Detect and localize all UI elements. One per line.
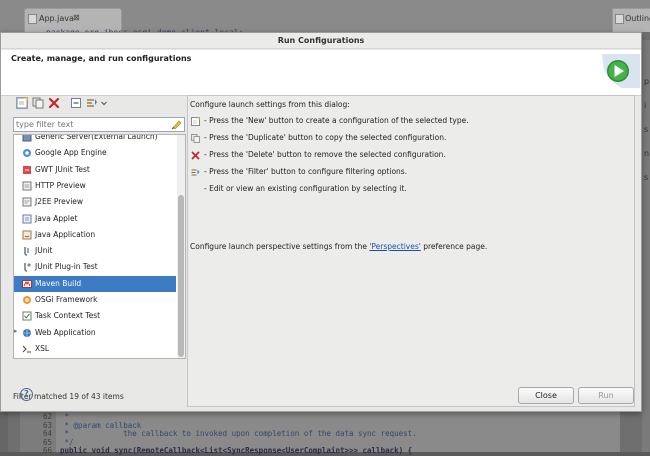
dialog-header: Create, manage, and run configurations <box>1 50 641 96</box>
tree-item[interactable]: Maven Build <box>14 275 176 292</box>
junit-plugin-icon <box>24 263 31 273</box>
tree-item-label: Task Context Test <box>35 311 101 321</box>
run-large-icon <box>602 54 640 88</box>
tree-item[interactable]: JUnit Plug-in Test <box>14 259 176 275</box>
chevron-down-icon[interactable] <box>100 97 108 109</box>
clear-filter-icon[interactable] <box>171 119 182 130</box>
gwt-icon <box>23 165 31 174</box>
info-intro: Configure launch settings from this dial… <box>190 100 350 109</box>
outline-tab[interactable]: Outline <box>612 8 650 32</box>
tree-item[interactable]: Java Applet <box>14 211 176 227</box>
tree-item-label: Web Application <box>35 327 96 337</box>
help-button[interactable]: ? <box>20 388 33 401</box>
tree-item-label: Java Applet <box>35 213 78 223</box>
tree-item-label: Google App Engine <box>35 148 107 158</box>
tree-item-label: XSL <box>35 343 50 353</box>
maven-icon <box>22 279 32 288</box>
task-icon <box>22 311 32 321</box>
dialog-title: Run Configurations <box>277 36 365 45</box>
dialog-titlebar: Run Configurations <box>1 33 641 49</box>
header-title: Create, manage, and run configurations <box>11 54 192 63</box>
tree-item-label: J2EE Preview <box>35 197 84 207</box>
tree-scrollbar-thumb[interactable] <box>178 195 184 357</box>
outline-icon <box>615 14 624 24</box>
right-panel-letter: s <box>644 125 649 134</box>
configuration-info-pane: Configure launch settings from this dial… <box>187 95 635 407</box>
tree-item-label: Generic Server(External Launch) <box>35 134 158 141</box>
delete-icon[interactable] <box>48 97 60 109</box>
server-icon <box>22 135 32 142</box>
tab-close-icon[interactable]: ⊠ <box>73 13 80 22</box>
junit-icon <box>24 247 29 256</box>
run-button[interactable]: Run <box>578 387 634 404</box>
info-line: - Press the 'Delete' button to remove th… <box>204 150 446 159</box>
tree-item[interactable]: XSL <box>14 341 176 357</box>
tree-item-label: HTTP Preview <box>35 180 86 190</box>
run-configurations-dialog: Run Configurations Create, manage, and r… <box>0 32 642 412</box>
code-line: 66 public void sync(RemoteCallback<List<S… <box>20 446 620 456</box>
perspectives-link[interactable]: 'Perspectives' <box>369 242 420 251</box>
tree-item[interactable]: OSGi Framework <box>14 292 176 308</box>
tree-item[interactable]: JUnit <box>14 243 176 259</box>
tree-item[interactable]: GWT JUnit Test <box>14 162 176 178</box>
new-config-icon <box>191 117 200 126</box>
delete-icon <box>191 151 200 160</box>
tree-item-label: Java Application <box>35 229 96 239</box>
tree-item[interactable]: J2EE Preview <box>14 194 176 210</box>
j2ee-icon <box>22 197 32 207</box>
tree-item[interactable]: Google App Engine <box>14 145 176 161</box>
google-icon <box>23 149 31 158</box>
java-file-icon <box>28 14 37 24</box>
web-app-icon <box>23 328 31 337</box>
tree-item[interactable]: ▸ Web Application <box>14 325 176 341</box>
tree-item[interactable]: Java Application <box>14 227 176 243</box>
filter-input[interactable] <box>16 119 166 130</box>
tree-item[interactable]: HTTP Preview <box>14 178 176 194</box>
info-line: - Press the 'Duplicate' button to copy t… <box>204 133 447 142</box>
configuration-type-pane: Generic Server(External Launch) Google Ap… <box>10 95 186 409</box>
perspective-info-line: Configure launch perspective settings fr… <box>190 242 487 251</box>
osgi-icon <box>23 296 31 304</box>
close-button[interactable]: Close <box>518 387 574 404</box>
tree-item-label: JUnit Plug-in Test <box>35 262 98 272</box>
tree-scrollbar[interactable] <box>177 135 185 358</box>
tree-item-label: GWT JUnit Test <box>35 164 90 174</box>
http-icon <box>22 181 32 191</box>
java-app-icon <box>22 230 32 240</box>
duplicate-icon[interactable] <box>32 97 44 109</box>
filter-input-box <box>13 117 185 132</box>
filter-icon[interactable] <box>86 97 98 109</box>
right-panel-letter: s <box>644 173 649 182</box>
editor-tab-label: App.java <box>39 14 74 23</box>
perspective-prefix: Configure launch perspective settings fr… <box>190 242 370 251</box>
filter-icon <box>191 169 200 176</box>
perspective-suffix: preference page. <box>420 242 488 251</box>
right-panel-letter: p <box>644 77 650 86</box>
duplicate-icon <box>191 134 200 143</box>
line-number: 66 <box>42 446 52 455</box>
code-text: public void sync(RemoteCallback<List<Syn… <box>60 446 413 455</box>
right-panel-letters: p i s n s <box>644 70 649 190</box>
right-panel-letter: i <box>644 101 647 110</box>
outline-tab-label: Outline <box>625 14 650 23</box>
tree-item-label: OSGi Framework <box>35 295 98 304</box>
xsl-icon <box>22 345 31 353</box>
applet-icon <box>22 214 32 223</box>
tree-item-label: JUnit <box>35 246 53 256</box>
new-config-icon[interactable] <box>16 97 28 109</box>
info-line: - Edit or view an existing configuration… <box>204 184 407 193</box>
launch-config-toolbar <box>10 95 186 113</box>
tree-item[interactable]: Task Context Test <box>14 308 176 324</box>
info-line: - Press the 'Filter' button to configure… <box>204 167 408 176</box>
info-line: - Press the 'New' button to create a con… <box>204 116 469 125</box>
collapse-all-icon[interactable] <box>70 97 82 109</box>
tree-item[interactable]: Generic Server(External Launch) <box>14 134 176 145</box>
expand-arrow-icon[interactable]: ▸ <box>14 327 21 335</box>
tree-item-label: Maven Build <box>35 278 82 288</box>
right-panel-letter: n <box>644 149 650 158</box>
configuration-type-tree[interactable]: Generic Server(External Launch) Google Ap… <box>13 134 186 359</box>
